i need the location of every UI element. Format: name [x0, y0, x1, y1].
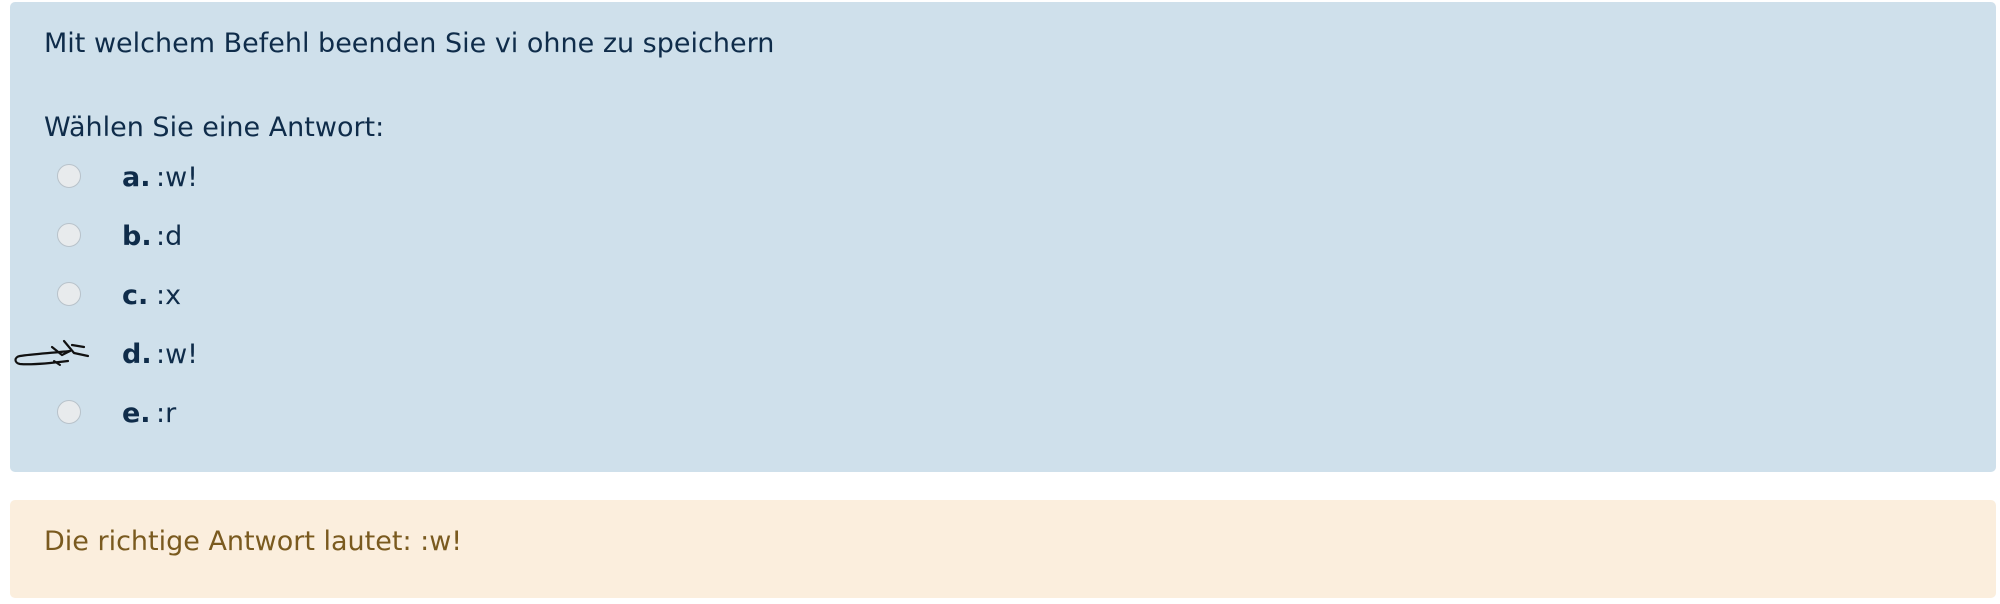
- radio-button[interactable]: [57, 223, 81, 247]
- option-text: :d: [156, 221, 183, 252]
- option-letter: c.: [122, 280, 149, 311]
- correct-answer-text: Die richtige Antwort lautet: :w!: [44, 526, 463, 557]
- radio-button[interactable]: [57, 164, 81, 188]
- answer-option-d[interactable]: d. :w!: [10, 337, 910, 381]
- option-text: :w!: [156, 339, 199, 370]
- answer-option-c[interactable]: c. :x: [10, 278, 910, 322]
- option-text: :x: [156, 280, 182, 311]
- answer-prompt: Wählen Sie eine Antwort:: [44, 112, 385, 143]
- handwritten-selection-mark-icon[interactable]: [12, 323, 94, 375]
- option-letter: a.: [122, 162, 151, 193]
- question-card: Mit welchem Befehl beenden Sie vi ohne z…: [10, 2, 1996, 472]
- option-letter: b.: [122, 221, 152, 252]
- answer-option-a[interactable]: a. :w!: [10, 160, 910, 204]
- option-letter: d.: [122, 339, 152, 370]
- answer-option-b[interactable]: b. :d: [10, 219, 910, 263]
- option-letter: e.: [122, 398, 151, 429]
- radio-button[interactable]: [57, 282, 81, 306]
- question-text: Mit welchem Befehl beenden Sie vi ohne z…: [44, 28, 775, 59]
- option-text: :w!: [156, 162, 199, 193]
- radio-button[interactable]: [57, 400, 81, 424]
- answer-option-e[interactable]: e. :r: [10, 396, 910, 440]
- option-text: :r: [156, 398, 177, 429]
- feedback-card: Die richtige Antwort lautet: :w!: [10, 500, 1996, 598]
